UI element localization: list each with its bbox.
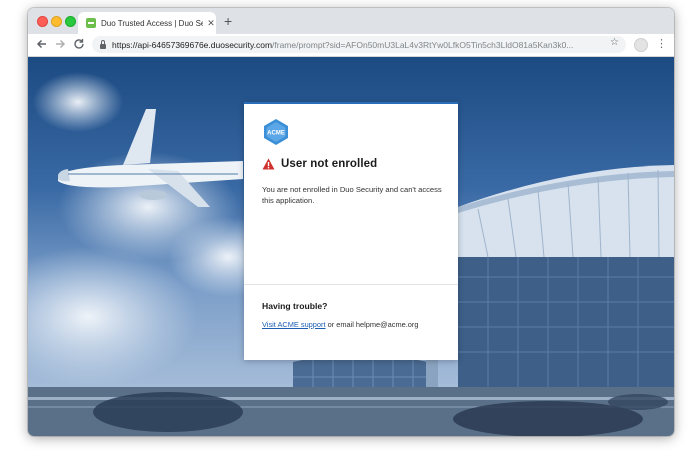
error-message: You are not enrolled in Duo Security and…	[262, 185, 442, 205]
help-text: Visit ACME support or email helpme@acme.…	[262, 320, 418, 329]
address-bar[interactable]: https://api-64657369676e.duosecurity.com…	[92, 36, 626, 53]
duo-prompt-card: ACME User not enrolled You are not enrol…	[244, 102, 458, 360]
browser-window: Duo Trusted Access | Duo Sec ✕ + https:/…	[28, 8, 674, 436]
url-path: /frame/prompt?sid=AFOn50mU3LaL4v3RtYw0Lf…	[272, 39, 574, 50]
tab-title: Duo Trusted Access | Duo Sec	[101, 18, 203, 28]
lock-icon	[100, 39, 106, 49]
svg-text:ACME: ACME	[267, 131, 285, 137]
acme-logo-icon: ACME	[264, 119, 288, 145]
maximize-window-button[interactable]	[65, 16, 76, 27]
tab-bar: Duo Trusted Access | Duo Sec ✕ +	[28, 8, 674, 34]
duo-favicon-icon	[86, 18, 96, 28]
profile-icon[interactable]	[634, 38, 648, 52]
tab-close-icon[interactable]: ✕	[206, 18, 216, 29]
back-arrow-icon[interactable]	[35, 37, 49, 51]
page-viewport: ACME User not enrolled You are not enrol…	[28, 57, 674, 436]
url-host: https://api-64657369676e.duosecurity.com	[112, 39, 273, 50]
error-title: User not enrolled	[281, 158, 378, 170]
close-window-button[interactable]	[37, 16, 48, 27]
having-trouble-heading: Having trouble?	[262, 301, 328, 311]
url-text[interactable]: https://api-64657369676e.duosecurity.com…	[112, 40, 612, 50]
card-divider	[244, 284, 458, 285]
visit-support-link[interactable]: Visit ACME support	[262, 320, 326, 329]
warning-icon	[262, 158, 275, 170]
reload-icon[interactable]	[72, 37, 86, 51]
minimize-window-button[interactable]	[51, 16, 62, 27]
forward-arrow-icon[interactable]	[53, 37, 67, 51]
kebab-menu-icon[interactable]: ⋮	[656, 36, 667, 52]
browser-toolbar: https://api-64657369676e.duosecurity.com…	[28, 34, 674, 57]
help-email-text: or email helpme@acme.org	[325, 320, 419, 329]
new-tab-button[interactable]: +	[224, 14, 232, 28]
error-heading-row: User not enrolled	[262, 158, 377, 170]
tab-duo-trusted-access[interactable]: Duo Trusted Access | Duo Sec ✕	[78, 12, 216, 34]
star-icon[interactable]: ☆	[610, 37, 619, 48]
